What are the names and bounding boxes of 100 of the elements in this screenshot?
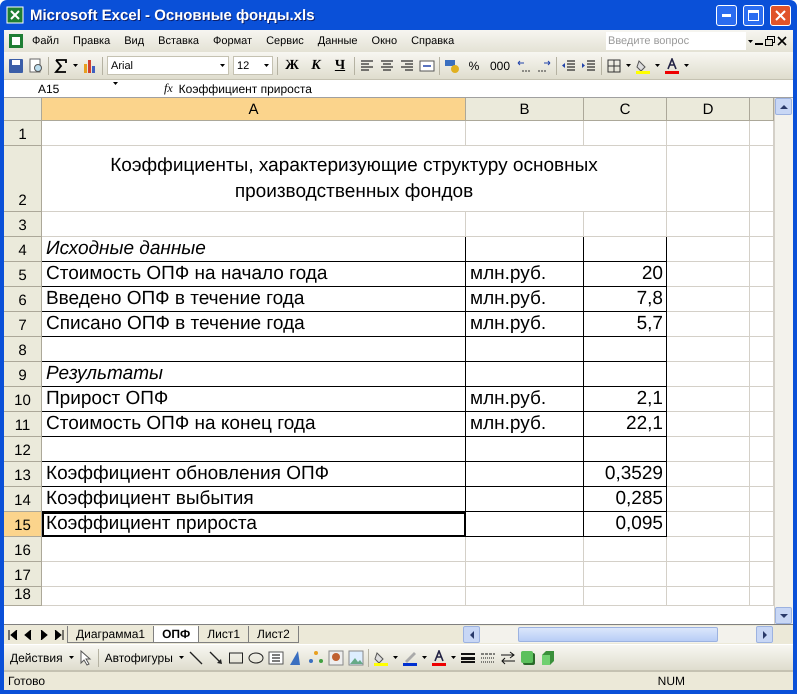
caret-icon[interactable]	[264, 64, 269, 67]
oval-icon[interactable]	[248, 650, 264, 666]
restore-icon[interactable]	[765, 36, 775, 46]
scroll-right-icon[interactable]	[760, 630, 768, 638]
vertical-scrollbar[interactable]	[774, 98, 793, 624]
row-header[interactable]: 4	[4, 237, 42, 262]
arrow-style-icon[interactable]	[500, 650, 516, 666]
column-header[interactable]: C	[584, 98, 667, 121]
column-header[interactable]: D	[667, 98, 750, 121]
menu-item[interactable]: Правка	[67, 33, 116, 49]
shadow-square-icon[interactable]	[520, 650, 536, 666]
menu-item[interactable]: Формат	[207, 33, 258, 49]
line-icon[interactable]	[188, 650, 204, 666]
sheet-tab[interactable]: ОПФ	[153, 626, 200, 643]
row-header[interactable]: 17	[4, 562, 42, 587]
caret-icon[interactable]	[626, 64, 632, 67]
close-button[interactable]	[770, 4, 791, 26]
row-header[interactable]: 10	[4, 387, 42, 412]
scroll-left-icon[interactable]	[468, 630, 476, 638]
menu-button[interactable]: Автофигуры	[102, 646, 175, 668]
pen-icon[interactable]	[402, 650, 418, 666]
diagram-icon[interactable]	[308, 650, 324, 666]
align-left-icon[interactable]	[359, 58, 375, 74]
caret-icon[interactable]	[422, 656, 427, 659]
clipart-icon[interactable]	[328, 650, 344, 666]
bold-button[interactable]: Ж	[282, 54, 302, 76]
caret-icon[interactable]	[392, 656, 398, 659]
close-icon[interactable]	[777, 36, 787, 46]
row-header[interactable]: 7	[4, 312, 42, 337]
sigma-icon[interactable]	[53, 58, 69, 74]
font-color-icon[interactable]	[430, 650, 447, 666]
menu-item[interactable]: Окно	[366, 33, 404, 49]
decrease-indent-icon[interactable]	[561, 58, 578, 74]
menu-item[interactable]: Вид	[118, 33, 150, 49]
row-header[interactable]: 8	[4, 337, 42, 362]
text-box-icon[interactable]	[268, 650, 284, 666]
row-header[interactable]: 6	[4, 287, 42, 312]
merge-cells-icon[interactable]	[419, 58, 435, 74]
font-size-field[interactable]: 12	[233, 56, 273, 75]
scroll-up-icon[interactable]	[780, 102, 788, 110]
rectangle-icon[interactable]	[228, 650, 244, 666]
caret-icon[interactable]	[450, 656, 456, 659]
row-header[interactable]: 5	[4, 262, 42, 287]
caret-icon[interactable]	[684, 64, 690, 67]
align-right-icon[interactable]	[399, 58, 415, 74]
number-format-button[interactable]: %	[464, 54, 484, 76]
paint-bucket-icon[interactable]	[372, 650, 389, 666]
increase-decimal-icon[interactable]	[516, 58, 532, 74]
font-color-icon[interactable]	[664, 58, 680, 74]
caret-icon[interactable]	[655, 64, 660, 67]
row-header[interactable]: 1	[4, 121, 42, 146]
menu-item[interactable]: Сервис	[260, 33, 310, 49]
caret-icon[interactable]	[220, 64, 225, 67]
scroll-down-icon[interactable]	[780, 612, 788, 620]
pointer-icon[interactable]	[78, 650, 94, 666]
caret-icon[interactable]	[68, 656, 74, 659]
magnifier-page-icon[interactable]	[28, 58, 44, 74]
italic-button[interactable]: К	[306, 54, 326, 76]
menu-item[interactable]: Вставка	[152, 33, 206, 49]
menu-item[interactable]: Файл	[26, 33, 66, 49]
caret-icon[interactable]	[73, 64, 78, 67]
increase-indent-icon[interactable]	[581, 58, 598, 74]
row-header[interactable]: 9	[4, 362, 42, 387]
column-header[interactable]: B	[466, 98, 584, 121]
borders-icon[interactable]	[606, 58, 622, 74]
row-header[interactable]: 14	[4, 487, 42, 512]
menu-item[interactable]: Справка	[405, 33, 460, 49]
tab-scroll-icon[interactable]	[6, 630, 18, 640]
cube-icon[interactable]	[540, 650, 556, 666]
tab-scroll-icon[interactable]	[38, 630, 50, 640]
menu-item[interactable]: Данные	[312, 33, 364, 49]
number-format-button[interactable]: 000	[488, 54, 512, 76]
decrease-decimal-icon[interactable]	[536, 58, 552, 74]
arrow-icon[interactable]	[208, 650, 224, 666]
menu-button[interactable]: Действия	[8, 646, 65, 668]
paint-bucket-icon[interactable]	[635, 58, 652, 74]
font-name-field[interactable]: Arial	[107, 56, 229, 75]
row-header[interactable]: 13	[4, 462, 42, 487]
picture-icon[interactable]	[348, 650, 364, 666]
caret-icon[interactable]	[178, 656, 184, 659]
formula-field[interactable]: Коэффициент прироста	[178, 82, 312, 96]
horizontal-scrollbar[interactable]	[463, 626, 773, 643]
caret-icon[interactable]	[748, 40, 753, 42]
align-center-icon[interactable]	[379, 58, 395, 74]
name-box[interactable]: A15	[4, 82, 124, 96]
minimize-button[interactable]	[716, 4, 737, 26]
help-search-field[interactable]: Введите вопрос	[606, 32, 746, 50]
row-header[interactable]: 18	[4, 587, 42, 606]
tab-scroll-icon[interactable]	[54, 630, 66, 640]
column-header[interactable]: A	[42, 98, 466, 121]
sheet-tab[interactable]: Диаграмма1	[67, 626, 154, 643]
row-header[interactable]: 11	[4, 412, 42, 437]
row-header[interactable]: 16	[4, 537, 42, 562]
tab-scroll-icon[interactable]	[22, 630, 34, 640]
maximize-button[interactable]	[743, 4, 764, 26]
sheet-tab[interactable]: Лист2	[248, 626, 299, 643]
row-header[interactable]: 12	[4, 437, 42, 462]
row-header[interactable]: 3	[4, 212, 42, 237]
row-header[interactable]: 2	[4, 146, 42, 212]
underline-button[interactable]: Ч	[330, 54, 350, 76]
